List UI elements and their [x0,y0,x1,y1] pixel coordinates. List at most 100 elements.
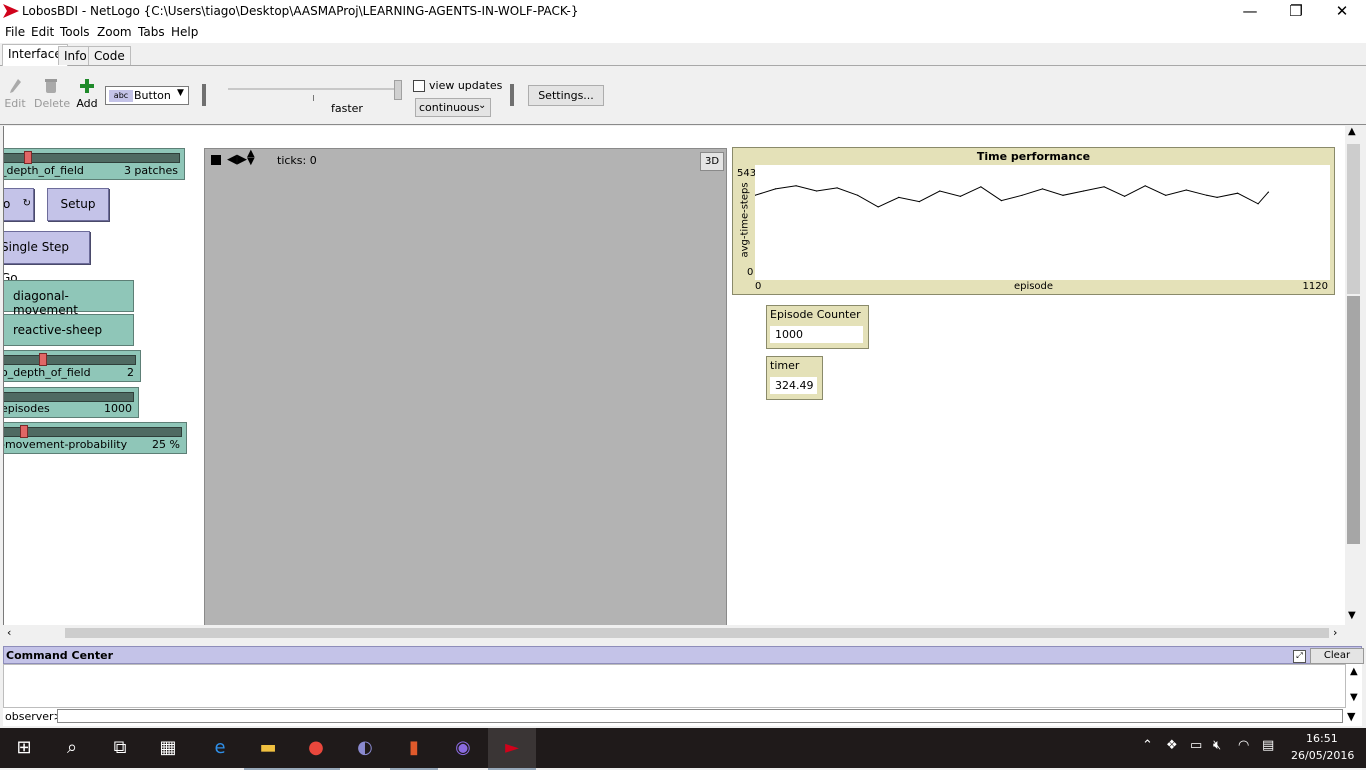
maximize-button[interactable]: ❐ [1273,2,1319,22]
app-cat-icon[interactable]: ◉ [439,728,487,768]
monitor-label: Episode Counter [770,308,861,321]
interface-panel: _depth_of_field 3 patches o ↻ Setup Sing… [3,126,1346,625]
scroll-up-icon[interactable]: ▲ [1350,666,1358,677]
speed-slider-thumb[interactable] [394,80,402,100]
scrollbar-thumb[interactable] [1347,296,1360,544]
close-button[interactable]: ✕ [1319,2,1365,22]
episode-counter-monitor: Episode Counter 1000 [766,305,869,349]
office-icon[interactable]: ▮ [390,728,438,770]
search-icon[interactable]: ⌕ [48,728,96,768]
view-updates-label: view updates [429,79,503,92]
world-view[interactable]: ◀▶ ▲ ▼ ticks: 0 3D [204,148,727,625]
scrollbar-thumb[interactable] [65,628,1329,638]
clock-date[interactable]: 26/05/2016 [1291,749,1354,762]
time-performance-plot: Time performance avg-time-steps 543 0 0 … [732,147,1335,295]
go-button-label: o [3,197,11,211]
delete-button[interactable]: Delete [34,78,70,110]
slider-label: episodes [3,402,50,415]
history-dropdown-icon[interactable]: ▼ [1347,710,1355,723]
toolbar-divider [510,84,514,106]
data-point [1000,200,1002,202]
data-point [959,195,961,197]
view-updates-checkbox[interactable] [413,80,425,92]
vertical-scrollbar[interactable]: ▲ ▼ [1345,126,1362,625]
task-view-icon[interactable]: ⧉ [96,728,144,768]
store-icon[interactable]: ▦ [144,728,192,768]
tab-code[interactable]: Code [88,46,131,65]
vertical-arrows-icon[interactable]: ▲ ▼ [247,149,255,167]
data-point [1257,203,1259,205]
menu-help[interactable]: Help [171,25,198,39]
data-point [1237,192,1239,194]
scroll-left-icon[interactable]: ‹ [7,626,11,639]
data-point [1267,191,1269,193]
battery-icon[interactable]: ▭ [1190,738,1202,753]
diagonal-movement-switch[interactable]: diagonal-movement [4,280,134,317]
movement-probability-slider[interactable]: -movement-probability 25 % [4,422,187,454]
chrome-icon[interactable]: ● [292,728,340,770]
edge-icon[interactable]: e [196,728,244,768]
menu-edit[interactable]: Edit [31,25,54,39]
command-output [3,664,1346,708]
netlogo-logo-icon [3,4,19,18]
horizontal-scrollbar[interactable]: ‹ › [3,625,1345,641]
data-point [1103,186,1105,188]
scroll-right-icon[interactable]: › [1333,626,1337,639]
clear-button[interactable]: Clear [1310,648,1364,664]
sheep-depth-of-field-slider[interactable]: o_depth_of_field 2 [4,350,141,382]
data-point [918,201,920,203]
scroll-down-icon[interactable]: ▼ [1350,692,1358,703]
menu-tabs[interactable]: Tabs [138,25,165,39]
depth-of-field-slider[interactable]: _depth_of_field 3 patches [4,148,185,180]
reactive-sheep-switch[interactable]: reactive-sheep [4,314,134,346]
toolbar: Edit Delete Add abc Button ▼ faster view… [0,66,1366,125]
scroll-down-icon[interactable]: ▼ [1348,610,1356,621]
episodes-slider[interactable]: episodes 1000 [3,387,139,418]
volume-muted-icon[interactable]: 🔇︎ [1213,738,1221,753]
menu-file[interactable]: File [5,25,25,39]
chevron-down-icon: ▼ [177,88,184,98]
speed-slider[interactable] [228,88,398,90]
settings-button[interactable]: Settings... [528,85,604,106]
update-mode-dropdown[interactable]: continuous ⌄ [415,98,491,117]
data-point [1165,194,1167,196]
chevron-up-icon[interactable]: ⌃ [1142,738,1153,753]
menu-bar: File Edit Tools Zoom Tabs Help [0,23,1366,43]
menu-tools[interactable]: Tools [60,25,90,39]
add-button[interactable]: Add [76,78,98,110]
widget-type-dropdown[interactable]: abc Button ▼ [105,86,189,105]
slider-knob[interactable] [23,151,32,164]
eclipse-icon[interactable]: ◐ [341,728,389,768]
expand-icon[interactable]: ⤢ [1293,650,1306,663]
menu-zoom[interactable]: Zoom [97,25,132,39]
wifi-icon[interactable]: ◠ [1238,738,1249,753]
windows-start-icon[interactable]: ⊞ [0,728,48,768]
horizontal-arrows-icon[interactable]: ◀▶ [227,152,247,167]
monitor-value: 324.49 [770,377,817,394]
command-input[interactable] [57,709,1343,723]
minimize-button[interactable]: — [1227,2,1273,22]
3d-view-button[interactable]: 3D [700,152,724,171]
scrollbar-thumb[interactable] [1347,144,1360,294]
go-button[interactable]: o ↻ [3,188,34,221]
file-explorer-icon[interactable]: ▬ [244,728,292,770]
data-point [795,185,797,187]
scroll-up-icon[interactable]: ▲ [1348,126,1356,137]
view-size-icon[interactable] [211,155,221,165]
slider-value: 25 % [152,438,180,451]
edit-button[interactable]: Edit [4,78,26,110]
slider-knob[interactable] [20,425,29,438]
switch-label: diagonal-movement [13,289,78,317]
data-point [857,194,859,196]
data-point [816,190,818,192]
single-step-go-button[interactable]: Single Step Go [4,231,90,285]
data-point [774,188,777,190]
data-point [1144,185,1146,187]
netlogo-taskbar-icon[interactable]: ► [488,728,536,770]
plot-ymax: 543 [737,168,757,179]
setup-button[interactable]: Setup [47,188,109,221]
notifications-icon[interactable]: ▤ [1262,738,1274,753]
slider-knob[interactable] [38,353,47,366]
clock-time[interactable]: 16:51 [1306,732,1338,745]
dropbox-icon[interactable]: ❖ [1166,738,1178,753]
